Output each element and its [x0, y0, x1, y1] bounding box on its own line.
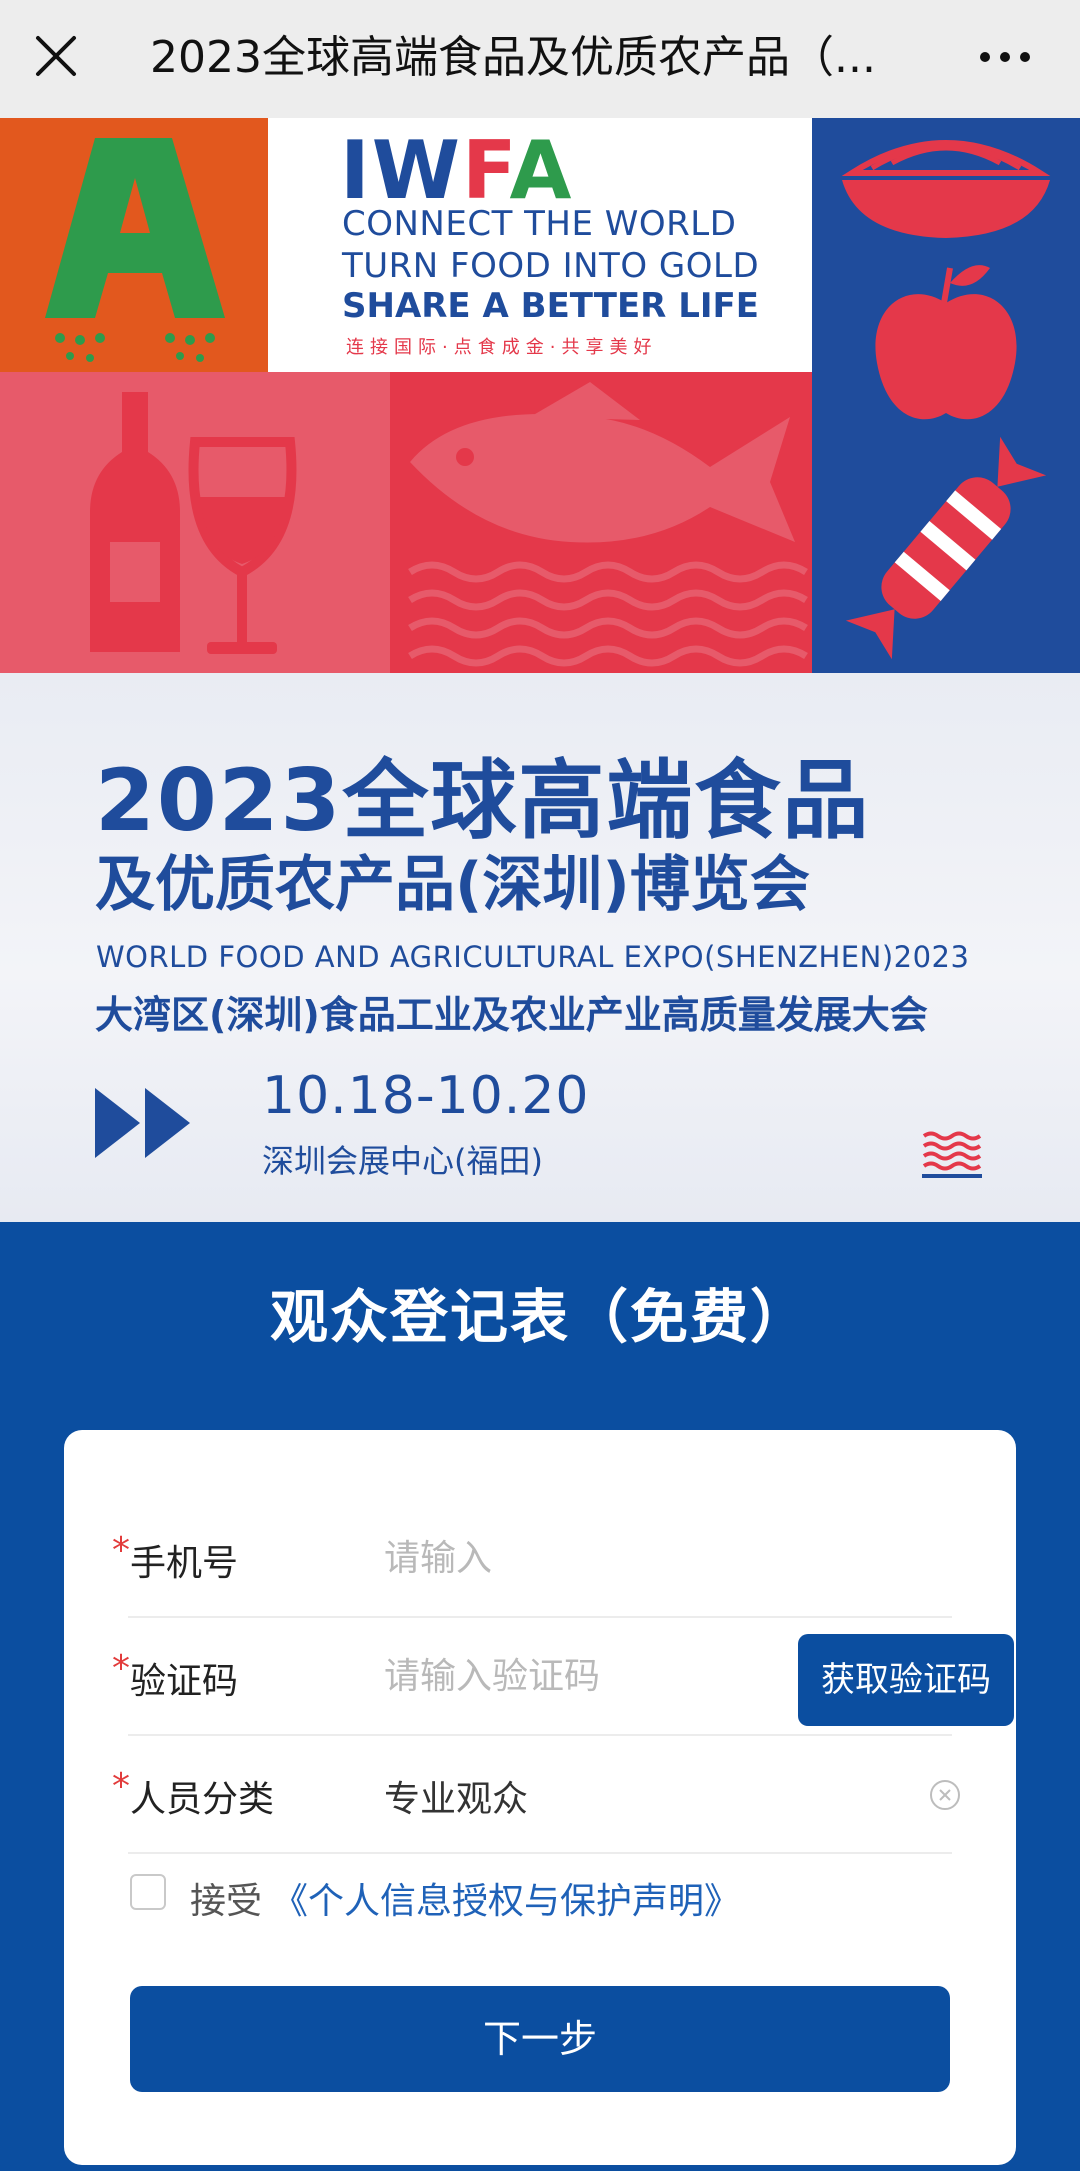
slogan-line-3: SHARE A BETTER LIFE — [342, 286, 759, 326]
event-date: 10.18-10.20 — [262, 1066, 590, 1126]
visitor-category-label: 人员分类 — [130, 1779, 275, 1820]
waves-icon — [408, 561, 808, 667]
blue-block — [812, 118, 1080, 673]
more-icon[interactable] — [975, 42, 1035, 72]
apple-icon — [875, 265, 1017, 420]
page-title: 2023全球高端食品及优质农产品（... — [150, 32, 876, 83]
event-banner: IWFA CONNECT THE WORLD TURN FOOD INTO GO… — [0, 118, 1080, 1222]
verification-code-label: 验证码 — [130, 1661, 239, 1702]
wine-bottle-icon — [90, 392, 180, 652]
clear-icon[interactable] — [928, 1778, 962, 1812]
privacy-statement-link[interactable]: 《个人信息授权与保护声明》 — [272, 1872, 740, 1924]
slogan-chinese: 连接国际·点食成金·共享美好 — [346, 337, 658, 358]
waves-icon — [922, 1131, 982, 1178]
wine-glass-icon — [188, 437, 297, 654]
event-venue: 深圳会展中心(福田) — [262, 1142, 543, 1180]
slogan-line-2: TURN FOOD INTO GOLD — [342, 246, 760, 286]
slogan-line-1: CONNECT THE WORLD — [342, 204, 737, 244]
noodle-bowl-icon — [841, 140, 1051, 238]
orange-block — [0, 118, 268, 372]
required-mark: * — [112, 1530, 130, 1571]
next-step-button[interactable]: 下一步 — [130, 1986, 950, 2092]
fish-graphic — [408, 382, 808, 667]
visitor-category-row: * 人员分类 专业观众 — [112, 1736, 960, 1854]
phone-label: 手机号 — [130, 1543, 239, 1584]
agreement-checkbox[interactable] — [130, 1874, 166, 1910]
expo-title-line-2: 及优质农产品(深圳)博览会 — [95, 850, 810, 920]
double-arrow-icon — [95, 1088, 190, 1158]
phone-input[interactable] — [384, 1528, 734, 1588]
visitor-category-select[interactable]: 专业观众 — [384, 1770, 528, 1822]
verification-code-input[interactable] — [384, 1646, 734, 1706]
get-verification-code-button[interactable]: 获取验证码 — [798, 1634, 1014, 1726]
phone-row: * 手机号 — [112, 1500, 952, 1618]
agreement-prefix: 接受 — [190, 1881, 263, 1922]
expo-title-english: WORLD FOOD AND AGRICULTURAL EXPO(SHENZHE… — [96, 940, 970, 974]
verification-code-row: * 验证码 获取验证码 — [112, 1618, 1014, 1736]
letter-a-graphic — [45, 138, 225, 362]
form-heading: 观众登记表（免费） — [269, 1283, 810, 1351]
required-mark: * — [112, 1648, 130, 1689]
pink-block — [0, 372, 390, 673]
close-icon[interactable] — [30, 30, 82, 82]
red-block — [390, 372, 812, 673]
required-mark: * — [112, 1766, 130, 1807]
wine-icons — [90, 392, 297, 654]
navigation-bar: 2023全球高端食品及优质农产品（... — [0, 0, 1080, 118]
food-icons — [841, 140, 1051, 660]
conference-subtitle: 大湾区(深圳)食品工业及农业产业高质量发展大会 — [95, 993, 928, 1037]
candy-icon — [845, 436, 1047, 660]
